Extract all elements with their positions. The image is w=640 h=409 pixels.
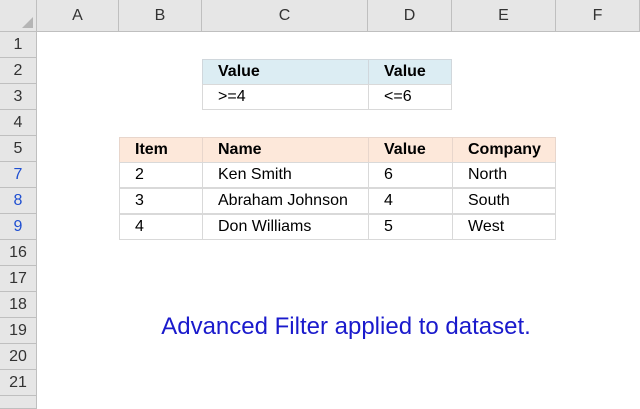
criteria-header-cell[interactable]: Value: [202, 59, 369, 85]
table-cell[interactable]: South: [452, 188, 556, 214]
row-header[interactable]: 1: [0, 32, 37, 58]
row-header[interactable]: 20: [0, 344, 37, 370]
column-header-f[interactable]: F: [556, 0, 640, 32]
column-header-a[interactable]: A: [37, 0, 119, 32]
row-header[interactable]: 21: [0, 370, 37, 396]
criteria-value-cell[interactable]: >=4: [202, 84, 369, 110]
table-cell[interactable]: North: [452, 162, 556, 188]
criteria-value-cell[interactable]: <=6: [368, 84, 452, 110]
table-cell[interactable]: 4: [368, 188, 453, 214]
table-cell[interactable]: West: [452, 214, 556, 240]
row-header[interactable]: 5: [0, 136, 37, 162]
column-header-e[interactable]: E: [452, 0, 556, 32]
table-header-item[interactable]: Item: [119, 137, 203, 163]
row-header[interactable]: 16: [0, 240, 37, 266]
criteria-header-cell[interactable]: Value: [368, 59, 452, 85]
table-cell[interactable]: 3: [119, 188, 203, 214]
table-cell[interactable]: Don Williams: [202, 214, 369, 240]
select-all-button[interactable]: [0, 0, 37, 32]
column-header-c[interactable]: C: [202, 0, 368, 32]
row-header[interactable]: 17: [0, 266, 37, 292]
table-cell[interactable]: 4: [119, 214, 203, 240]
table-cell[interactable]: Ken Smith: [202, 162, 369, 188]
row-header-filtered[interactable]: 9: [0, 214, 37, 240]
row-header[interactable]: 4: [0, 110, 37, 136]
annotation-text: Advanced Filter applied to dataset.: [161, 313, 531, 340]
table-cell[interactable]: 2: [119, 162, 203, 188]
table-header-company[interactable]: Company: [452, 137, 556, 163]
table-cell[interactable]: 5: [368, 214, 453, 240]
column-header-d[interactable]: D: [368, 0, 452, 32]
row-header[interactable]: 2: [0, 58, 37, 84]
row-header-partial[interactable]: [0, 396, 37, 409]
column-header-b[interactable]: B: [119, 0, 202, 32]
row-header[interactable]: 3: [0, 84, 37, 110]
row-header-filtered[interactable]: 7: [0, 162, 37, 188]
table-header-name[interactable]: Name: [202, 137, 369, 163]
row-header-filtered[interactable]: 8: [0, 188, 37, 214]
select-all-triangle-icon: [22, 17, 33, 28]
table-header-value[interactable]: Value: [368, 137, 453, 163]
table-cell[interactable]: Abraham Johnson: [202, 188, 369, 214]
table-cell[interactable]: 6: [368, 162, 453, 188]
